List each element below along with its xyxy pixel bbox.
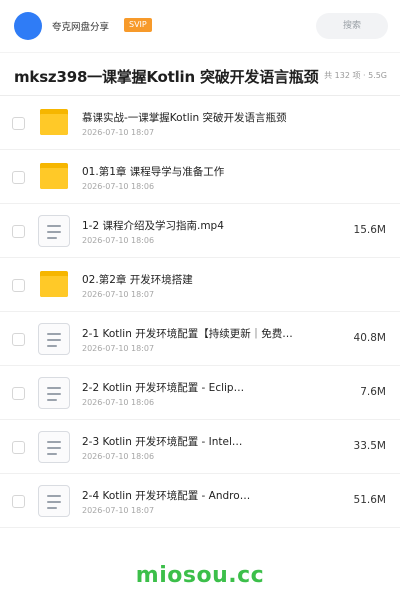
svip-badge: SVIP bbox=[124, 18, 152, 32]
item-date: 2026-07-10 18:07 bbox=[82, 128, 155, 137]
document-icon bbox=[38, 323, 70, 355]
document-icon bbox=[38, 485, 70, 517]
watermark: miosou.cc bbox=[135, 563, 265, 588]
list-item[interactable]: 2-3 Kotlin 开发环境配置 - Intel… 2026-07-10 18:… bbox=[0, 420, 400, 474]
select-checkbox[interactable] bbox=[12, 495, 25, 508]
item-name: 2-2 Kotlin 开发环境配置 - Eclip… bbox=[82, 382, 245, 394]
document-icon bbox=[38, 431, 70, 463]
file-list: 慕课实战-一课掌握Kotlin 突破开发语言瓶颈 2026-07-10 18:07… bbox=[0, 96, 400, 528]
item-date: 2026-07-10 18:06 bbox=[82, 398, 155, 407]
select-checkbox[interactable] bbox=[12, 279, 25, 292]
item-size: 7.6M bbox=[360, 386, 386, 398]
select-checkbox[interactable] bbox=[12, 333, 25, 346]
select-checkbox[interactable] bbox=[12, 225, 25, 238]
list-item[interactable]: 2-4 Kotlin 开发环境配置 - Andro… 2026-07-10 18:… bbox=[0, 474, 400, 528]
item-size: 51.6M bbox=[353, 494, 386, 506]
document-icon bbox=[38, 377, 70, 409]
list-item[interactable]: 02.第2章 开发环境搭建 2026-07-10 18:07 bbox=[0, 258, 400, 312]
item-name: 2-4 Kotlin 开发环境配置 - Andro… bbox=[82, 490, 251, 502]
title-bar: mksz398一课掌握Kotlin 突破开发语言瓶颈 共 132 项 · 5.5… bbox=[0, 52, 400, 96]
item-date: 2026-07-10 18:07 bbox=[82, 344, 155, 353]
item-name: 02.第2章 开发环境搭建 bbox=[82, 274, 193, 286]
item-date: 2026-07-10 18:07 bbox=[82, 506, 155, 515]
list-item[interactable]: 2-2 Kotlin 开发环境配置 - Eclip… 2026-07-10 18:… bbox=[0, 366, 400, 420]
item-size: 15.6M bbox=[353, 224, 386, 236]
item-date: 2026-07-10 18:06 bbox=[82, 452, 155, 461]
select-checkbox[interactable] bbox=[12, 117, 25, 130]
item-size: 40.8M bbox=[353, 332, 386, 344]
item-name: 01.第1章 课程导学与准备工作 bbox=[82, 166, 225, 178]
item-name: 2-1 Kotlin 开发环境配置【持续更新｜免费… bbox=[82, 328, 293, 340]
document-icon bbox=[38, 215, 70, 247]
list-item[interactable]: 1-2 课程介绍及学习指南.mp4 2026-07-10 18:06 15.6M bbox=[0, 204, 400, 258]
item-date: 2026-07-10 18:06 bbox=[82, 182, 155, 191]
page-title: mksz398一课掌握Kotlin 突破开发语言瓶颈 bbox=[14, 68, 319, 86]
list-item[interactable]: 01.第1章 课程导学与准备工作 2026-07-10 18:06 bbox=[0, 150, 400, 204]
item-date: 2026-07-10 18:06 bbox=[82, 236, 155, 245]
item-name: 1-2 课程介绍及学习指南.mp4 bbox=[82, 220, 224, 232]
item-name: 2-3 Kotlin 开发环境配置 - Intel… bbox=[82, 436, 243, 448]
list-item[interactable]: 慕课实战-一课掌握Kotlin 突破开发语言瓶颈 2026-07-10 18:07 bbox=[0, 96, 400, 150]
header: 夸克网盘分享 SVIP 搜索 bbox=[0, 0, 400, 52]
search-input[interactable]: 搜索 bbox=[316, 13, 388, 39]
item-date: 2026-07-10 18:07 bbox=[82, 290, 155, 299]
username: 夸克网盘分享 bbox=[52, 22, 110, 33]
select-checkbox[interactable] bbox=[12, 441, 25, 454]
item-name: 慕课实战-一课掌握Kotlin 突破开发语言瓶颈 bbox=[82, 112, 287, 124]
folder-icon bbox=[38, 107, 70, 139]
folder-icon bbox=[38, 269, 70, 301]
share-meta: 共 132 项 · 5.5G bbox=[324, 71, 387, 80]
select-checkbox[interactable] bbox=[12, 387, 25, 400]
item-size: 33.5M bbox=[353, 440, 386, 452]
folder-icon bbox=[38, 161, 70, 193]
list-item[interactable]: 2-1 Kotlin 开发环境配置【持续更新｜免费… 2026-07-10 18:… bbox=[0, 312, 400, 366]
select-checkbox[interactable] bbox=[12, 171, 25, 184]
avatar[interactable] bbox=[14, 12, 42, 40]
